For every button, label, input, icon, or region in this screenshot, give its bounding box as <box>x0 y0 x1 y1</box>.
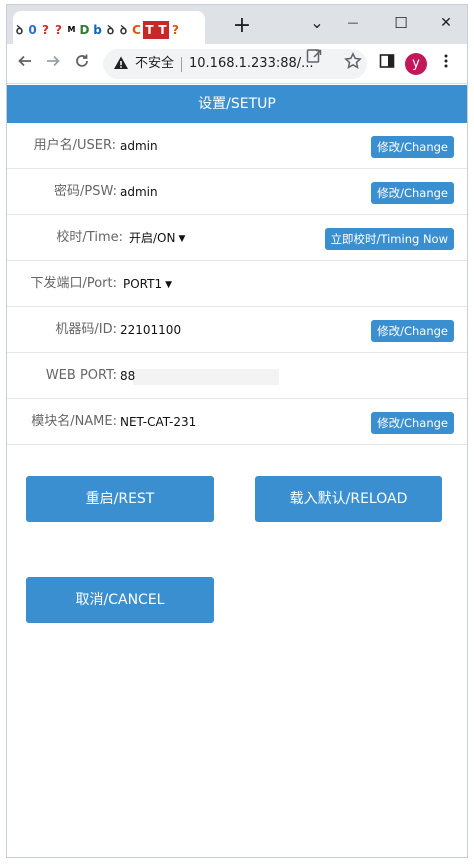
port-select[interactable]: PORT1 ▼ <box>123 261 172 308</box>
time-select[interactable]: 开启/ON ▼ <box>129 215 185 262</box>
time-row: 校时/Time: 开启/ON ▼ 立即校时/Timing Now <box>7 215 467 261</box>
favicon-11[interactable]: T <box>143 21 156 39</box>
web-port-value: 88 <box>120 369 136 383</box>
url-text[interactable]: 10.168.1.233:88/... <box>189 49 314 79</box>
favicon-7[interactable]: b <box>91 21 104 39</box>
id-value: 22101100 <box>120 323 182 337</box>
page-title: 设置/SETUP <box>7 85 467 123</box>
warning-icon[interactable] <box>113 55 129 71</box>
maximize-button[interactable]: ☐ <box>378 9 424 37</box>
web-port-label: WEB PORT: <box>45 368 117 383</box>
favicon-4[interactable]: ? <box>52 21 65 39</box>
name-label: 模块名/NAME: <box>31 414 117 429</box>
port-row: 下发端口/Port: PORT1 ▼ <box>7 261 467 307</box>
name-row: 模块名/NAME: NET-CAT-231 修改/Change <box>7 399 467 445</box>
web-port-field[interactable] <box>133 369 279 385</box>
time-label: 校时/Time: <box>56 230 123 245</box>
name-value: NET-CAT-231 <box>120 415 197 429</box>
menu-icon[interactable] <box>434 52 458 76</box>
profile-avatar[interactable]: y <box>405 53 427 75</box>
change-password-button[interactable]: 修改/Change <box>371 182 454 204</box>
new-tab-button[interactable]: + <box>229 13 255 39</box>
favicon-5[interactable]: M <box>65 21 78 39</box>
favicon-9[interactable]: ꝺ <box>117 21 130 39</box>
share-icon[interactable] <box>302 47 326 71</box>
tab-strip: ꝺ 0 ? ? M D b ꝺ ꝺ C T T ? + ⌄ — ☐ ✕ <box>7 5 467 44</box>
close-button[interactable]: ✕ <box>423 9 467 37</box>
security-label[interactable]: 不安全 <box>135 49 174 79</box>
page-content: 设置/SETUP 用户名/USER: admin 修改/Change 密码/PS… <box>7 85 467 857</box>
favicon-12[interactable]: T <box>156 21 169 39</box>
favicon-1[interactable]: ꝺ <box>13 21 26 39</box>
time-select-value: 开启/ON <box>129 231 176 245</box>
port-select-value: PORT1 <box>123 277 163 291</box>
favicon-8[interactable]: ꝺ <box>104 21 117 39</box>
change-name-button[interactable]: 修改/Change <box>371 412 454 434</box>
favicon-13[interactable]: ? <box>169 21 182 39</box>
favicon-6[interactable]: D <box>78 21 91 39</box>
reload-icon[interactable] <box>70 52 94 76</box>
user-value: admin <box>120 139 158 153</box>
favicon-3[interactable]: ? <box>39 21 52 39</box>
cancel-button[interactable]: 取消/CANCEL <box>26 577 214 623</box>
forward-icon[interactable] <box>41 52 65 76</box>
divider <box>181 57 182 72</box>
timing-now-button[interactable]: 立即校时/Timing Now <box>324 228 454 250</box>
tab-favicons: ꝺ 0 ? ? M D b ꝺ ꝺ C T T ? <box>13 21 182 41</box>
change-id-button[interactable]: 修改/Change <box>371 320 454 342</box>
address-bar[interactable]: 不安全 10.168.1.233:88/... <box>103 49 367 79</box>
password-row: 密码/PSW: admin 修改/Change <box>7 169 467 215</box>
port-label: 下发端口/Port: <box>30 276 117 291</box>
active-tab[interactable]: ꝺ 0 ? ? M D b ꝺ ꝺ C T T ? <box>13 11 205 44</box>
back-icon[interactable] <box>13 52 37 76</box>
password-value: admin <box>120 185 158 199</box>
side-panel-icon[interactable] <box>375 52 399 76</box>
minimize-button[interactable]: — <box>330 9 376 37</box>
user-row: 用户名/USER: admin 修改/Change <box>7 123 467 169</box>
id-label: 机器码/ID: <box>55 322 117 337</box>
favicon-10[interactable]: C <box>130 21 143 39</box>
change-user-button[interactable]: 修改/Change <box>371 136 454 158</box>
restart-button[interactable]: 重启/REST <box>26 476 214 522</box>
browser-toolbar: 不安全 10.168.1.233:88/... y <box>7 44 467 84</box>
browser-window: ꝺ 0 ? ? M D b ꝺ ꝺ C T T ? + ⌄ — ☐ ✕ 不安全 … <box>6 4 468 858</box>
bookmark-star-icon[interactable] <box>341 52 365 76</box>
web-port-row: WEB PORT: 88 <box>7 353 467 399</box>
user-label: 用户名/USER: <box>33 138 116 153</box>
id-row: 机器码/ID: 22101100 修改/Change <box>7 307 467 353</box>
chevron-down-icon: ▼ <box>178 234 186 244</box>
favicon-2[interactable]: 0 <box>26 21 39 39</box>
chevron-down-icon: ▼ <box>165 280 173 290</box>
reload-default-button[interactable]: 载入默认/RELOAD <box>255 476 442 522</box>
password-label: 密码/PSW: <box>54 184 117 199</box>
